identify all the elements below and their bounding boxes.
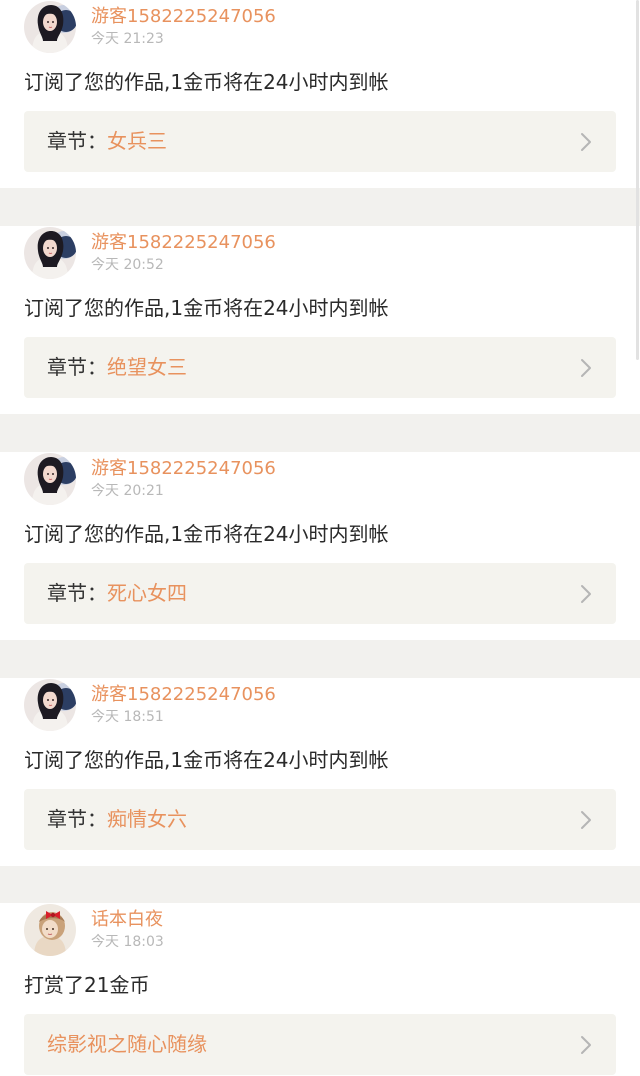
notification-card: 话本白夜 今天 18:03 打赏了21金币 综影视之随心随缘 <box>0 903 640 1076</box>
chapter-text: 章节：女兵三 <box>47 128 167 154</box>
chapter-prefix-label: 章节： <box>47 355 107 379</box>
timestamp: 今天 21:23 <box>91 31 164 47</box>
notification-message: 订阅了您的作品,1金币将在24小时内到帐 <box>24 748 389 772</box>
chapter-name: 痴情女六 <box>107 807 187 831</box>
chevron-right-icon <box>581 359 591 377</box>
chevron-right-icon <box>581 1036 591 1054</box>
work-link[interactable]: 综影视之随心随缘 <box>24 1014 616 1075</box>
user-avatar[interactable] <box>24 679 76 731</box>
chapter-name: 死心女四 <box>107 581 187 605</box>
notification-card: 游客1582225247056 今天 20:21 订阅了您的作品,1金币将在24… <box>0 452 640 640</box>
notification-message: 订阅了您的作品,1金币将在24小时内到帐 <box>24 296 389 320</box>
timestamp: 今天 20:52 <box>91 257 164 273</box>
notification-message: 订阅了您的作品,1金币将在24小时内到帐 <box>24 70 389 94</box>
username[interactable]: 话本白夜 <box>91 909 163 931</box>
chevron-right-icon <box>581 585 591 603</box>
scrollbar[interactable] <box>636 0 639 360</box>
woman-portrait-avatar-icon <box>24 227 76 279</box>
user-avatar[interactable] <box>24 227 76 279</box>
notification-card: 游客1582225247056 今天 18:51 订阅了您的作品,1金币将在24… <box>0 678 640 866</box>
notification-message: 打赏了21金币 <box>24 973 150 997</box>
girl-with-red-bow-avatar-icon <box>24 904 76 956</box>
chapter-name: 绝望女三 <box>107 355 187 379</box>
timestamp: 今天 18:03 <box>91 934 164 950</box>
chapter-link[interactable]: 章节：绝望女三 <box>24 337 616 398</box>
chapter-prefix-label: 章节： <box>47 581 107 605</box>
notification-card: 游客1582225247056 今天 21:23 订阅了您的作品,1金币将在24… <box>0 0 640 188</box>
username[interactable]: 游客1582225247056 <box>91 684 276 706</box>
chapter-text: 章节：痴情女六 <box>47 806 187 832</box>
username[interactable]: 游客1582225247056 <box>91 458 276 480</box>
timestamp: 今天 18:51 <box>91 709 164 725</box>
chapter-name: 女兵三 <box>107 129 167 153</box>
woman-portrait-avatar-icon <box>24 679 76 731</box>
chapter-link[interactable]: 章节：女兵三 <box>24 111 616 172</box>
woman-portrait-avatar-icon <box>24 1 76 53</box>
user-avatar[interactable] <box>24 904 76 956</box>
notification-message: 订阅了您的作品,1金币将在24小时内到帐 <box>24 522 389 546</box>
chapter-text: 章节：绝望女三 <box>47 354 187 380</box>
chapter-prefix-label: 章节： <box>47 807 107 831</box>
username[interactable]: 游客1582225247056 <box>91 232 276 254</box>
work-text: 综影视之随心随缘 <box>47 1031 207 1057</box>
work-name: 综影视之随心随缘 <box>47 1032 207 1056</box>
chevron-right-icon <box>581 811 591 829</box>
username[interactable]: 游客1582225247056 <box>91 6 276 28</box>
chevron-right-icon <box>581 133 591 151</box>
chapter-prefix-label: 章节： <box>47 129 107 153</box>
user-avatar[interactable] <box>24 453 76 505</box>
chapter-text: 章节：死心女四 <box>47 580 187 606</box>
notification-card: 游客1582225247056 今天 20:52 订阅了您的作品,1金币将在24… <box>0 226 640 414</box>
chapter-link[interactable]: 章节：死心女四 <box>24 563 616 624</box>
chapter-link[interactable]: 章节：痴情女六 <box>24 789 616 850</box>
woman-portrait-avatar-icon <box>24 453 76 505</box>
user-avatar[interactable] <box>24 1 76 53</box>
timestamp: 今天 20:21 <box>91 483 164 499</box>
